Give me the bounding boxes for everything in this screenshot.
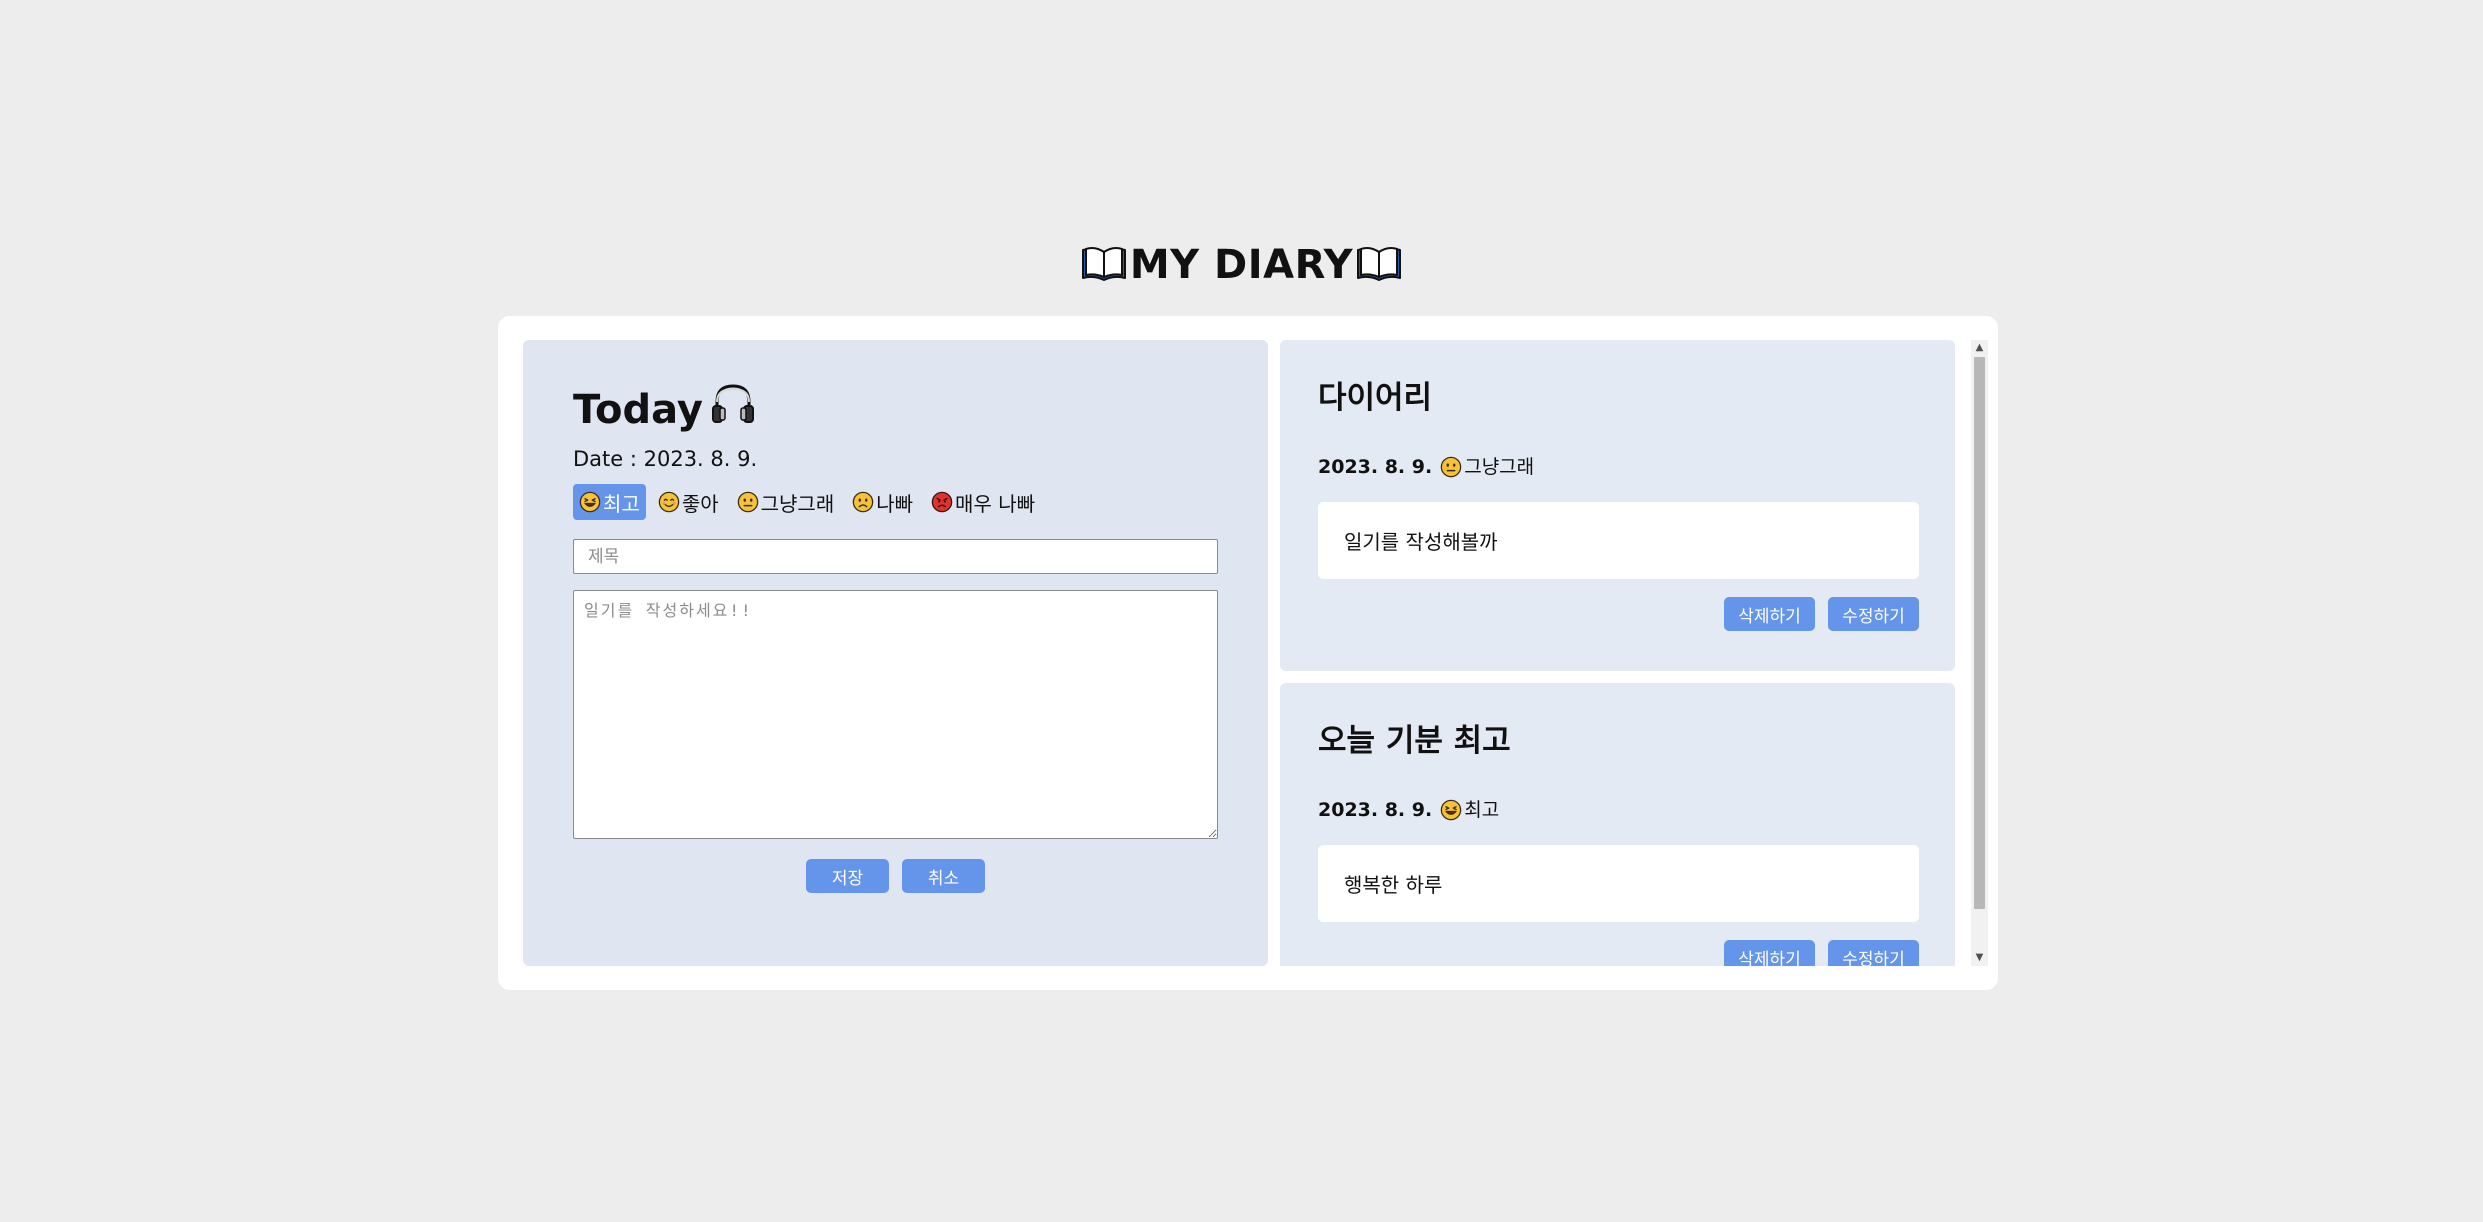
editor-actions: 저장 취소	[523, 859, 1268, 893]
entry-meta: 2023. 8. 9. 최고	[1318, 797, 1499, 823]
frowning-face-icon	[852, 491, 874, 513]
edit-button[interactable]: 수정하기	[1828, 940, 1919, 966]
editor-heading-text: Today	[573, 387, 703, 433]
grinning-squinting-face-icon	[579, 491, 601, 513]
angry-face-icon	[931, 491, 953, 513]
diary-list-panel[interactable]: 다이어리 2023. 8. 9. 그냥그래 일기를 작성해볼까 삭제하기 수정하…	[1280, 340, 1971, 966]
mood-option-label: 매우 나빠	[955, 491, 1036, 516]
smiling-face-icon	[658, 491, 680, 513]
diary-entry: 다이어리 2023. 8. 9. 그냥그래 일기를 작성해볼까 삭제하기 수정하…	[1280, 340, 1955, 671]
entry-body: 일기를 작성해볼까	[1318, 502, 1919, 579]
mood-option-best[interactable]: 최고	[573, 484, 646, 520]
content-textarea[interactable]	[573, 590, 1218, 839]
mood-option-label: 나빠	[876, 491, 914, 516]
mood-option-bad[interactable]: 나빠	[846, 484, 919, 520]
mood-option-label: 그냥그래	[760, 491, 835, 516]
editor-date: Date : 2023. 8. 9.	[573, 447, 758, 471]
scroll-up-arrow-icon[interactable]: ▲	[1971, 340, 1988, 356]
entry-title: 다이어리	[1318, 380, 1433, 416]
mood-option-very-bad[interactable]: 매우 나빠	[925, 484, 1041, 520]
neutral-face-icon	[1440, 456, 1462, 478]
page-title: MY DIARY	[0, 238, 2483, 298]
entry-actions: 삭제하기 수정하기	[1724, 597, 1919, 631]
entry-mood: 그냥그래	[1440, 454, 1534, 480]
delete-button[interactable]: 삭제하기	[1724, 940, 1815, 966]
open-book-icon	[1080, 244, 1128, 298]
entry-mood-label: 그냥그래	[1464, 456, 1535, 478]
neutral-face-icon	[737, 491, 759, 513]
entry-date: 2023. 8. 9.	[1318, 456, 1433, 478]
grinning-squinting-face-icon	[1440, 799, 1462, 821]
entry-title: 오늘 기분 최고	[1318, 723, 1511, 759]
edit-button[interactable]: 수정하기	[1828, 597, 1919, 631]
editor-heading: Today	[573, 380, 757, 440]
entry-meta: 2023. 8. 9. 그냥그래	[1318, 454, 1534, 480]
delete-button[interactable]: 삭제하기	[1724, 597, 1815, 631]
entry-actions: 삭제하기 수정하기	[1724, 940, 1919, 966]
entry-date: 2023. 8. 9.	[1318, 799, 1433, 821]
diary-card: Today Date : 2023. 8. 9. 최고 좋아 그냥그래 나빠 매…	[498, 316, 1998, 990]
diary-editor-panel: Today Date : 2023. 8. 9. 최고 좋아 그냥그래 나빠 매…	[523, 340, 1268, 966]
diary-entry: 오늘 기분 최고 2023. 8. 9. 최고 행복한 하루 삭제하기 수정하기	[1280, 683, 1955, 966]
mood-option-label: 최고	[603, 491, 640, 516]
save-button[interactable]: 저장	[806, 859, 889, 893]
title-input[interactable]	[573, 539, 1218, 574]
diary-list-scrollbar[interactable]: ▲ ▼	[1971, 340, 1988, 966]
mood-selector: 최고 좋아 그냥그래 나빠 매우 나빠	[573, 484, 1041, 520]
cancel-button[interactable]: 취소	[902, 859, 985, 893]
mood-option-so-so[interactable]: 그냥그래	[731, 484, 841, 520]
scrollbar-thumb[interactable]	[1974, 357, 1985, 909]
page-title-text: MY DIARY	[1129, 242, 1354, 288]
diary-list: 다이어리 2023. 8. 9. 그냥그래 일기를 작성해볼까 삭제하기 수정하…	[1280, 340, 1955, 966]
open-book-icon	[1355, 244, 1403, 298]
headphones-icon	[709, 380, 757, 440]
mood-option-good[interactable]: 좋아	[652, 484, 725, 520]
mood-option-label: 좋아	[681, 491, 719, 516]
entry-mood: 최고	[1440, 797, 1499, 823]
entry-mood-label: 최고	[1464, 799, 1500, 821]
entry-body: 행복한 하루	[1318, 845, 1919, 922]
scroll-down-arrow-icon[interactable]: ▼	[1971, 950, 1988, 966]
